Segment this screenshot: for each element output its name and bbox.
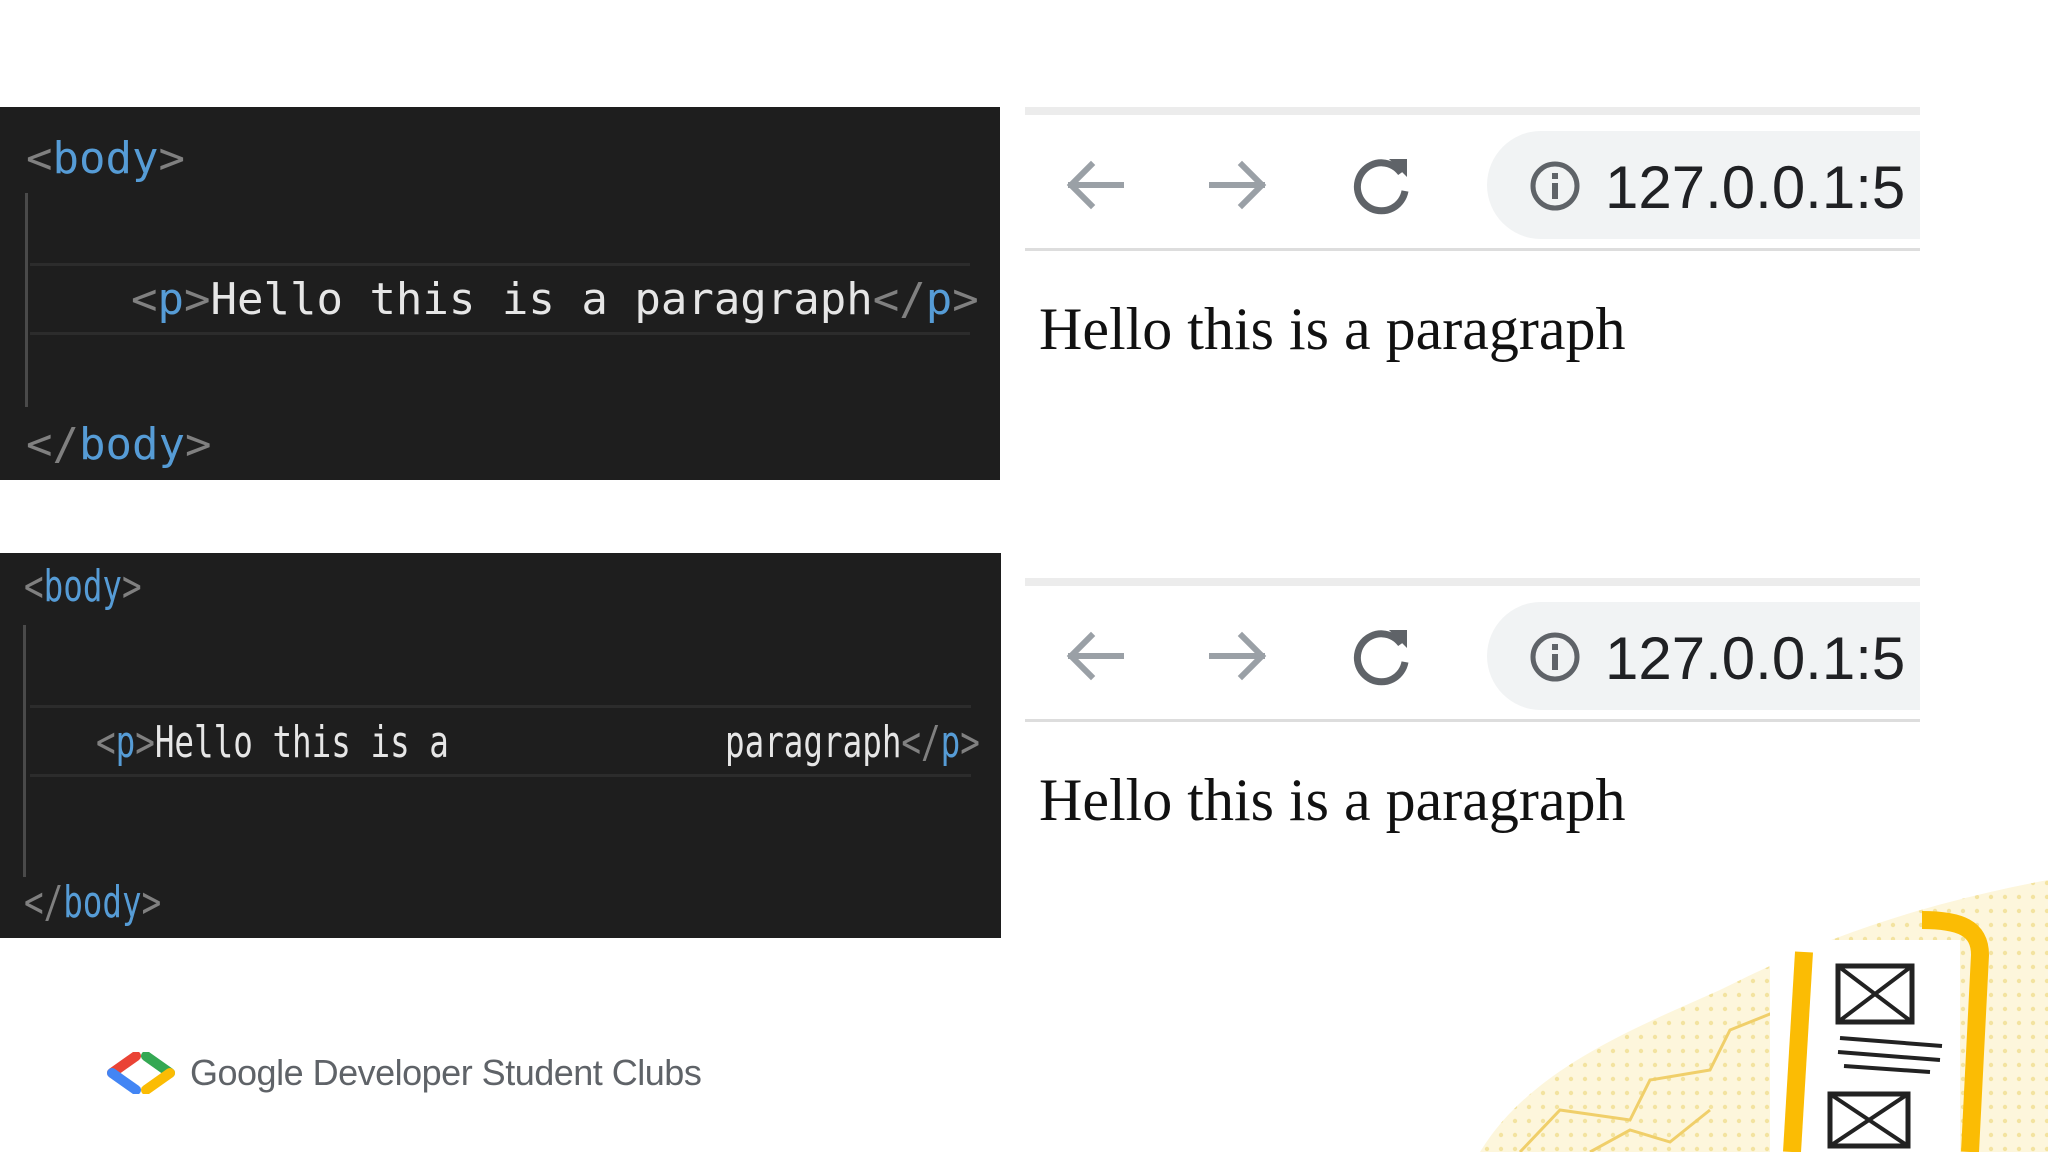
code-line-body-close: </body> — [26, 419, 212, 470]
slide: <body> <p>Hello this is a paragraph</p> … — [0, 0, 2048, 1152]
code-line-paragraph-start: <p>Hello this is a — [96, 717, 449, 768]
indent-guide — [25, 193, 28, 407]
back-arrow-icon[interactable] — [1055, 616, 1135, 696]
url-text[interactable]: 127.0.0.1:5 — [1605, 624, 1905, 693]
rendered-paragraph: Hello this is a paragraph — [1039, 296, 1626, 362]
code-line-body-open: <body> — [26, 133, 185, 184]
forward-arrow-icon[interactable] — [1198, 616, 1278, 696]
browser-window-top: 127.0.0.1:5 Hello this is a paragraph — [1025, 107, 1920, 507]
code-editor-bottom: <body> <p>Hello this is a paragraph</p> … — [0, 553, 1001, 938]
wireframe-illustration — [1480, 880, 2048, 1152]
gdsc-brand-text: Google Developer Student Clubs — [190, 1052, 702, 1093]
code-editor-top: <body> <p>Hello this is a paragraph</p> … — [0, 107, 1000, 480]
address-bar[interactable]: 127.0.0.1:5 — [1487, 131, 1920, 239]
code-line-paragraph: <p>Hello this is a paragraph</p> — [131, 274, 979, 325]
code-line-body-close: </body> — [24, 877, 162, 928]
rendered-paragraph: Hello this is a paragraph — [1039, 767, 1626, 833]
back-arrow-icon[interactable] — [1055, 145, 1135, 225]
address-bar[interactable]: 127.0.0.1:5 — [1487, 602, 1920, 710]
gdsc-brackets-icon — [107, 1052, 175, 1094]
info-icon[interactable] — [1527, 629, 1583, 685]
info-icon[interactable] — [1527, 158, 1583, 214]
code-line-body-open: <body> — [24, 561, 142, 612]
tab-strip-edge — [1025, 107, 1920, 115]
indent-guide — [23, 625, 26, 877]
url-text[interactable]: 127.0.0.1:5 — [1605, 153, 1905, 222]
tab-strip-edge — [1025, 578, 1920, 586]
forward-arrow-icon[interactable] — [1198, 145, 1278, 225]
code-line-paragraph-end: paragraph</p> — [725, 717, 980, 768]
reload-icon[interactable] — [1341, 616, 1421, 696]
toolbar-divider — [1025, 248, 1920, 251]
reload-icon[interactable] — [1341, 145, 1421, 225]
gdsc-logo: Google Developer Student Clubs — [104, 1050, 702, 1096]
toolbar-divider — [1025, 719, 1920, 722]
